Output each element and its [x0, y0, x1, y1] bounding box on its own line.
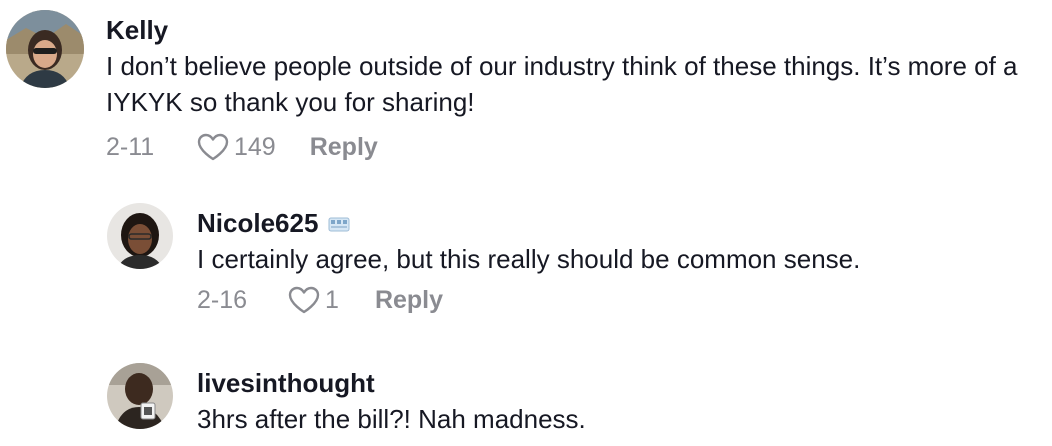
like-button[interactable]: 1: [287, 285, 339, 315]
reply-button[interactable]: Reply: [375, 286, 443, 315]
comment-text: 3hrs after the bill?! Nah madness.: [197, 404, 586, 434]
reply-button[interactable]: Reply: [310, 133, 378, 162]
like-count: 149: [234, 132, 276, 161]
reply-comment: livesinthought 3hrs after the bill?! Nah…: [107, 363, 586, 437]
like-count: 1: [325, 285, 339, 314]
comment: Kelly I don’t believe people outside of …: [6, 10, 1036, 164]
avatar[interactable]: [107, 363, 173, 429]
comment-text: I certainly agree, but this really shoul…: [197, 244, 861, 274]
avatar[interactable]: [6, 10, 84, 88]
comment-thread: Kelly I don’t believe people outside of …: [0, 0, 1052, 446]
comment-date: 2-11: [106, 132, 155, 161]
avatar[interactable]: [107, 203, 173, 269]
comment-body: livesinthought 3hrs after the bill?! Nah…: [197, 367, 586, 437]
heart-icon[interactable]: [287, 285, 321, 315]
reply-comment: Nicole625 I certainly agree, but this re…: [107, 203, 860, 317]
comment-meta: 2-11 149 Reply: [106, 130, 1036, 164]
comment-body: Kelly I don’t believe people outside of …: [106, 14, 1036, 164]
username-text: Nicole625: [197, 208, 319, 238]
username[interactable]: Kelly: [106, 14, 1036, 46]
comment-text: I don’t believe people outside of our in…: [106, 51, 1018, 117]
emoji-badge-icon: [328, 217, 350, 232]
comment-meta: 2-16 1 Reply: [197, 283, 860, 317]
comment-date: 2-16: [197, 285, 248, 314]
heart-icon[interactable]: [196, 132, 230, 162]
username[interactable]: Nicole625: [197, 207, 860, 239]
username[interactable]: livesinthought: [197, 367, 586, 399]
comment-body: Nicole625 I certainly agree, but this re…: [197, 207, 860, 317]
like-button[interactable]: 149: [196, 132, 276, 162]
